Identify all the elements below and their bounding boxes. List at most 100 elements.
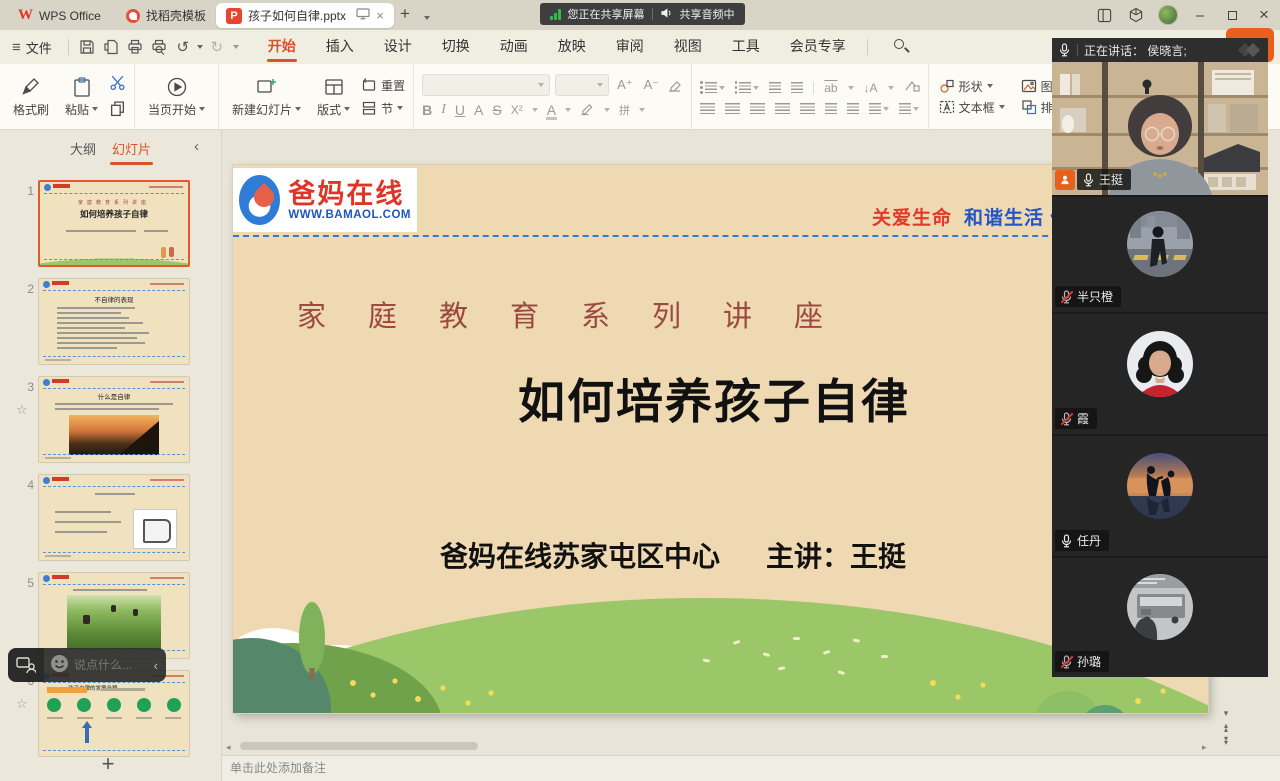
italic-button[interactable]: I [441,102,446,118]
copy-icon[interactable] [109,100,126,120]
increase-font-button[interactable]: A⁺ [614,77,636,93]
font-family-select[interactable] [422,74,550,96]
share-screen-icon[interactable] [8,648,44,682]
add-slide-button[interactable]: + [88,752,128,778]
docer-template-tab[interactable]: 找稻壳模板 [116,3,216,28]
participant-tile-banzhicheng[interactable]: 半只橙 [1052,195,1268,312]
print-preview-icon[interactable] [147,35,171,59]
bullet-list-button[interactable] [700,81,725,93]
tab-design[interactable]: 设计 [369,30,427,64]
tab-transition[interactable]: 切换 [427,30,485,64]
close-button[interactable]: × [1248,0,1280,30]
layout-button[interactable]: 版式 [312,74,355,120]
participant-tile-sunlu[interactable]: 孙璐 [1052,556,1268,677]
font-color-button[interactable]: A [547,102,556,118]
tab-home[interactable]: 开始 [253,30,311,64]
scroll-left-icon[interactable]: ◂ [226,742,231,753]
print-icon[interactable] [123,35,147,59]
tab-tools[interactable]: 工具 [717,30,775,64]
line-spacing-button[interactable] [869,103,889,114]
textbox-button[interactable]: 文本框 [939,99,1005,116]
collapse-panel-icon[interactable]: ‹ [194,138,199,155]
align-justify-icon[interactable] [775,103,790,114]
tab-insert[interactable]: 插入 [311,30,369,64]
highlight-button[interactable] [580,101,595,119]
font-size-select[interactable] [555,74,609,96]
scrollbar-thumb[interactable] [240,742,478,750]
char-border-button[interactable]: A [474,102,483,118]
align-right-icon[interactable] [750,103,765,114]
line-spacing-up-icon[interactable] [825,103,837,114]
search-icon[interactable] [892,37,912,57]
document-tab[interactable]: P 孩子如何自律.pptx × [216,3,394,28]
decrease-font-button[interactable]: A⁻ [641,77,663,93]
undo-icon[interactable]: ↺ [171,35,195,59]
scroll-right-icon[interactable]: ▸ [1202,742,1207,753]
output-icon[interactable] [99,35,123,59]
strikethrough-button[interactable]: S [492,102,501,118]
cut-icon[interactable] [109,74,126,94]
next-slide-icon[interactable]: ▾▾ [1224,737,1228,745]
character-spacing-button[interactable]: ab [824,81,837,95]
slide-thumb-2[interactable]: 2 不自律的表现 [38,278,190,365]
quickbar-caret-icon[interactable] [233,45,239,49]
phonetic-guide-button[interactable]: 拼 [619,102,630,118]
star-icon[interactable]: ☆ [16,696,28,712]
vertical-align-button[interactable] [899,103,919,114]
slide-thumb-3[interactable]: 3 ☆ 什么是自律 [38,376,190,463]
emoji-icon[interactable] [50,654,69,676]
file-menu[interactable]: ≡ 文件 [0,38,62,57]
bold-button[interactable]: B [422,102,432,118]
slide-thumb-5[interactable]: 5 [38,572,190,659]
minimize-button[interactable]: – [1184,0,1216,30]
horizontal-scrollbar[interactable]: ◂ ▸ [222,740,1222,752]
superscript-button[interactable]: X² [511,103,523,117]
participant-tile-rendan[interactable]: 任丹 [1052,434,1268,556]
slide-thumb-6[interactable]: 6 ☆ 一、孩子自律的发展全貌 [38,670,190,757]
line-spacing-down-icon[interactable] [847,103,859,114]
format-painter-button[interactable]: 格式刷 [8,74,54,120]
chat-message-input[interactable] [74,658,146,672]
new-tab-button[interactable]: + [400,4,410,24]
clear-format-icon[interactable] [667,76,683,95]
new-slide-button[interactable]: 新建幻灯片 [227,74,306,120]
play-from-current-button[interactable]: 当页开始 [143,74,210,120]
participant-tile-wangting[interactable]: 王挺 [1052,62,1268,195]
tab-member[interactable]: 会员专享 [775,30,861,64]
tab-slides[interactable]: 幻灯片 [112,139,151,158]
scroll-down-icon[interactable]: ▾ [1224,708,1229,719]
tab-animation[interactable]: 动画 [485,30,543,64]
text-to-smartart-icon[interactable] [904,79,920,96]
split-view-icon[interactable] [1088,0,1120,30]
participant-tile-xia[interactable]: 霞 [1052,312,1268,434]
decrease-indent-icon[interactable] [769,82,781,93]
wps-home-tab[interactable]: W WPS Office [8,3,111,28]
numbered-list-button[interactable] [735,81,760,93]
previous-slide-icon[interactable]: ▴▴ [1224,724,1228,732]
increase-indent-icon[interactable] [791,82,803,93]
align-distribute-icon[interactable] [800,103,815,114]
align-center-icon[interactable] [725,103,740,114]
undo-caret-icon[interactable] [197,45,203,49]
section-button[interactable]: 节 [361,100,405,117]
notes-input[interactable]: 单击此处添加备注 [222,755,1280,781]
align-left-icon[interactable] [700,103,715,114]
tab-review[interactable]: 审阅 [601,30,659,64]
close-document-icon[interactable]: × [376,8,384,23]
tab-outline[interactable]: 大纲 [70,139,96,158]
tab-list-caret-icon[interactable] [424,9,430,23]
account-avatar[interactable] [1152,0,1184,30]
tab-view[interactable]: 视图 [659,30,717,64]
underline-button[interactable]: U [455,102,465,118]
save-icon[interactable] [75,35,99,59]
text-direction-button[interactable]: ↓A [864,81,878,95]
3d-cube-icon[interactable] [1120,0,1152,30]
collapse-chat-icon[interactable]: ‹ [146,658,166,673]
paste-button[interactable]: 粘贴 [60,74,103,120]
tab-slideshow[interactable]: 放映 [543,30,601,64]
star-icon[interactable]: ☆ [16,402,28,418]
shapes-button[interactable]: 形状 [939,78,1005,95]
slide-thumb-1[interactable]: 1 家庭教育系列讲座 如何培养孩子自律 [38,180,190,267]
slide-thumb-4[interactable]: 4 [38,474,190,561]
restore-button[interactable] [1216,0,1248,30]
